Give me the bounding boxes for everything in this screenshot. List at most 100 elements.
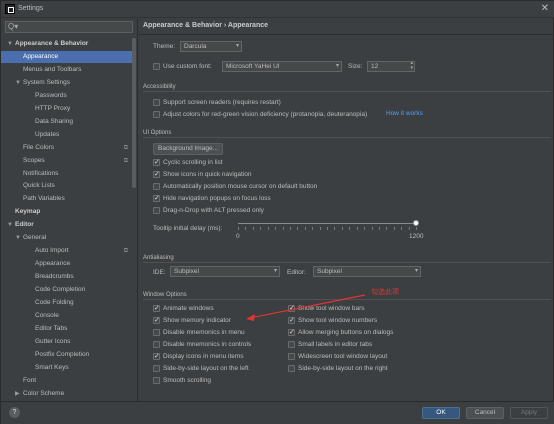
sidebar-item-path-variables[interactable]: Path Variables	[1, 193, 132, 205]
section-divider	[143, 262, 551, 263]
sidebar-item-quick-lists[interactable]: Quick Lists	[1, 180, 132, 192]
sidebar-item-scopes[interactable]: Scopes ⧉	[1, 155, 132, 167]
sidebar-item-label: Editor Tabs	[35, 324, 68, 332]
show-tool-window-bars-checkbox[interactable]: Show tool window bars	[288, 304, 364, 314]
slider-tick	[319, 227, 321, 230]
checkbox-box	[153, 183, 160, 190]
sidebar-item-code-folding[interactable]: Code Folding	[1, 297, 132, 309]
sidebar-item-editor-tabs[interactable]: Editor Tabs	[1, 323, 132, 335]
drag-n-drop-alt-checkbox[interactable]: Drag-n-Drop with ALT pressed only	[153, 206, 264, 216]
show-tool-window-numbers-checkbox[interactable]: Show tool window numbers	[288, 316, 377, 326]
help-icon[interactable]: ?	[9, 407, 20, 418]
show-icons-quick-nav-checkbox[interactable]: Show icons in quick navigation	[153, 170, 252, 180]
sidebar-item-menus-and-toolbars[interactable]: Menus and Toolbars	[1, 64, 132, 76]
theme-select[interactable]: Darcula ▾	[180, 41, 242, 52]
search-input[interactable]: Q▾	[5, 21, 133, 33]
theme-label: Theme:	[153, 43, 176, 50]
support-screen-readers-label: Support screen readers (requires restart…	[163, 99, 281, 106]
custom-font-select[interactable]: Microsoft YaHei UI ▾	[222, 61, 342, 72]
sidebar-item-breadcrumbs[interactable]: Breadcrumbs	[1, 271, 132, 283]
sidebar-item-auto-import[interactable]: Auto Import ⧉	[1, 245, 132, 257]
animate-windows-checkbox[interactable]: Animate windows	[153, 304, 214, 314]
sidebar-item-general[interactable]: ▼ General	[1, 232, 132, 244]
tooltip-max-label: 1200	[409, 233, 424, 240]
use-custom-font-checkbox[interactable]: Use custom font:	[153, 62, 212, 72]
disable-mnemonics-controls-checkbox[interactable]: Disable mnemonics in controls	[153, 340, 251, 350]
sidebar-scrollbar[interactable]	[132, 38, 136, 188]
sidebar-item-label: Smart Keys	[35, 363, 69, 371]
sidebar-item-data-sharing[interactable]: Data Sharing	[1, 116, 132, 128]
slider-knob[interactable]	[413, 220, 419, 226]
editor-antialiasing-value: Subpixel	[317, 268, 342, 275]
allow-merging-buttons-checkbox[interactable]: Allow merging buttons on dialogs	[288, 328, 393, 338]
font-size-stepper[interactable]: 12 ▴ ▾	[367, 61, 415, 72]
support-screen-readers-checkbox[interactable]: Support screen readers (requires restart…	[153, 98, 281, 108]
disable-mnemonics-menu-checkbox[interactable]: Disable mnemonics in menu	[153, 328, 245, 338]
chevron-right-icon[interactable]: ▶	[15, 388, 23, 398]
chevron-down-icon[interactable]: ▼	[7, 38, 15, 50]
small-labels-editor-tabs-checkbox[interactable]: Small labels in editor tabs	[288, 340, 372, 350]
sidebar-item-label: Appearance & Behavior	[15, 40, 89, 47]
how-it-works-link[interactable]: How it works	[386, 110, 423, 117]
ok-button[interactable]: OK	[422, 407, 460, 419]
sidebar-item-smart-keys[interactable]: Smart Keys	[1, 362, 132, 374]
sidebar-item-appearance[interactable]: Appearance	[1, 258, 132, 270]
sidebar-item-http-proxy[interactable]: HTTP Proxy	[1, 103, 132, 115]
chevron-down-icon[interactable]: ▼	[15, 232, 23, 244]
sidebar-item-label: Passwords	[35, 91, 67, 99]
ide-antialiasing-select[interactable]: Subpixel ▾	[170, 266, 280, 277]
apply-button[interactable]: Apply	[510, 407, 548, 419]
sidebar-item-label: Scopes	[23, 156, 45, 164]
cancel-button[interactable]: Cancel	[466, 407, 504, 419]
smooth-scrolling-checkbox[interactable]: Smooth scrolling	[153, 376, 211, 386]
small-labels-editor-tabs-label: Small labels in editor tabs	[298, 341, 373, 348]
background-image-button[interactable]: Background Image...	[153, 143, 223, 155]
slider-tick	[267, 227, 269, 230]
editor-antialiasing-select[interactable]: Subpixel ▾	[313, 266, 421, 277]
sidebar-item-code-completion[interactable]: Code Completion	[1, 284, 132, 296]
ide-antialiasing-label: IDE:	[153, 269, 166, 276]
sidebar-item-postfix-completion[interactable]: Postfix Completion	[1, 349, 132, 361]
sidebar-item-keymap[interactable]: Keymap	[1, 206, 132, 218]
chevron-down-icon: ▾	[273, 268, 277, 274]
checkbox-box	[153, 158, 160, 168]
sidebar-item-color-scheme[interactable]: ▶ Color Scheme	[1, 388, 132, 398]
auto-position-mouse-checkbox[interactable]: Automatically position mouse cursor on d…	[153, 182, 317, 192]
allow-merging-buttons-label: Allow merging buttons on dialogs	[298, 329, 394, 336]
slider-tick	[341, 227, 343, 230]
chevron-down-icon[interactable]: ▼	[7, 219, 15, 231]
show-memory-indicator-checkbox[interactable]: Show memory indicator	[153, 316, 231, 326]
chevron-down-icon[interactable]: ▼	[15, 77, 23, 89]
sidebar-item-font[interactable]: Font	[1, 375, 132, 387]
sidebar-item-console[interactable]: Console	[1, 310, 132, 322]
sidebar-item-label: Appearance	[23, 52, 59, 60]
checkbox-box	[288, 304, 295, 314]
checkbox-box	[153, 365, 160, 372]
sidebar-item-gutter-icons[interactable]: Gutter Icons	[1, 336, 132, 348]
display-icons-menu-checkbox[interactable]: Display icons in menu items	[153, 352, 244, 362]
slider-tick	[289, 227, 291, 230]
sidebar-item-notifications[interactable]: Notifications	[1, 168, 132, 180]
hide-nav-popups-checkbox[interactable]: Hide navigation popups on focus loss	[153, 194, 271, 204]
adjust-colors-checkbox[interactable]: Adjust colors for red-green vision defic…	[153, 110, 367, 120]
settings-tree: ▼ Appearance & Behavior Appearance Menus an…	[1, 38, 138, 398]
tooltip-min-label: 0	[236, 233, 240, 240]
sidebar-item-file-colors[interactable]: File Colors ⧉	[1, 142, 132, 154]
sidebar-item-appearance-behavior[interactable]: ▼ Appearance & Behavior	[1, 38, 132, 50]
sidebar-item-label: Gutter Icons	[35, 337, 71, 345]
font-size-value: 12	[371, 63, 379, 70]
cyclic-scrolling-checkbox[interactable]: Cyclic scrolling in list	[153, 158, 223, 168]
stepper-arrows-icon: ▴ ▾	[410, 60, 413, 71]
side-by-side-right-label: Side-by-side layout on the right	[298, 365, 388, 372]
sidebar-item-system-settings[interactable]: ▼ System Settings	[1, 77, 132, 89]
side-by-side-left-checkbox[interactable]: Side-by-side layout on the left	[153, 364, 249, 374]
sidebar-item-appearance[interactable]: Appearance	[1, 50, 132, 63]
sidebar-item-passwords[interactable]: Passwords	[1, 90, 132, 102]
sidebar-item-updates[interactable]: Updates	[1, 129, 132, 141]
slider-tick	[378, 227, 380, 230]
close-icon[interactable]: ✕	[541, 3, 549, 14]
side-by-side-right-checkbox[interactable]: Side-by-side layout on the right	[288, 364, 388, 374]
widescreen-layout-checkbox[interactable]: Widescreen tool window layout	[288, 352, 387, 362]
sidebar-item-label: Menus and Toolbars	[23, 65, 82, 73]
sidebar-item-editor[interactable]: ▼ Editor	[1, 219, 132, 231]
